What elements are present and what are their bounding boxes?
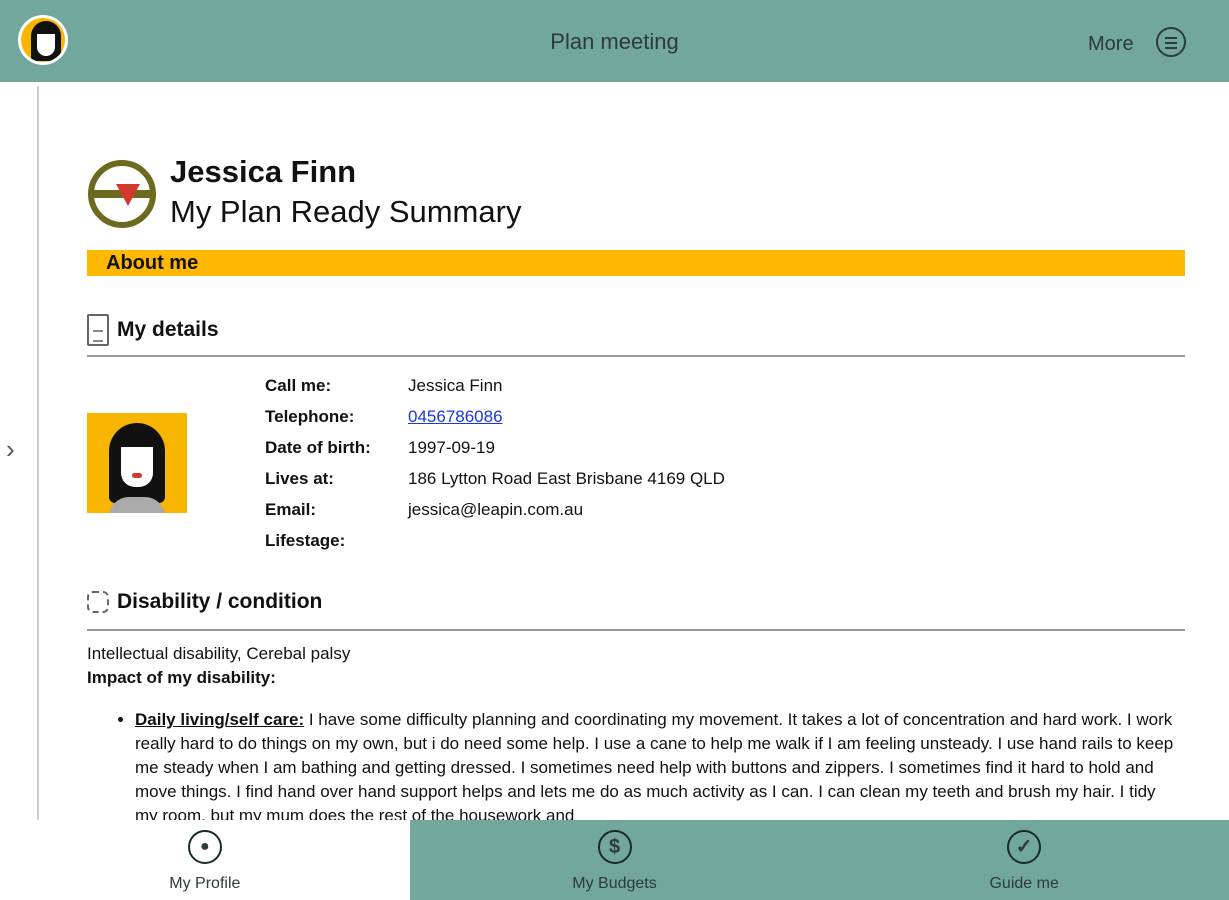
organization-logo (88, 160, 156, 228)
profile-subtitle: My Plan Ready Summary (170, 194, 522, 229)
tab-my-profile[interactable]: ● My Profile (0, 820, 410, 900)
dollar-icon: $ (597, 830, 632, 864)
tab-label: Guide me (989, 875, 1059, 892)
page-title: Plan meeting (550, 29, 679, 54)
detail-label: Email: (265, 500, 317, 519)
impact-label: Impact of my disability: (87, 668, 276, 687)
my-details-heading: My details (87, 314, 219, 346)
detail-row: Telephone: 0456786086 (265, 407, 725, 438)
bottom-nav: ● My Profile $ My Budgets ✓ Guide me (0, 820, 1229, 900)
impact-list: Daily living/self care: I have some diff… (135, 708, 1175, 820)
detail-row: Lifestage: (265, 531, 725, 562)
detail-row: Date of birth: 1997-09-19 (265, 438, 725, 469)
tab-guide-me[interactable]: ✓ Guide me (819, 820, 1229, 900)
puzzle-icon (87, 591, 109, 613)
detail-value: Jessica Finn (408, 376, 503, 395)
checklist-icon: ✓ (1007, 830, 1042, 864)
detail-label: Call me: (265, 376, 332, 395)
my-details-title: My details (117, 318, 219, 341)
detail-value: 186 Lytton Road East Brisbane 4169 QLD (408, 469, 725, 488)
telephone-link[interactable]: 0456786086 (408, 407, 503, 438)
profile-photo (87, 413, 187, 513)
more-label[interactable]: More (1088, 33, 1134, 56)
disability-heading: Disability / condition (87, 590, 322, 614)
tab-my-budgets[interactable]: $ My Budgets (409, 820, 820, 900)
profile-name: Jessica Finn (170, 154, 357, 189)
detail-row: Email: jessica@leapin.com.au (265, 500, 725, 531)
disability-title: Disability / condition (117, 590, 323, 613)
top-bar: Plan meeting More (0, 0, 1229, 82)
detail-value: jessica@leapin.com.au (408, 500, 584, 519)
impact-item-title: Daily living/self care: (135, 710, 305, 729)
detail-row: Lives at: 186 Lytton Road East Brisbane 4… (265, 469, 725, 500)
person-icon: ● (187, 830, 222, 864)
details-list: Call me: Jessica Finn Telephone: 045678608… (265, 376, 725, 562)
detail-label: Date of birth: (265, 438, 371, 457)
divider (87, 355, 1185, 357)
conditions-text: Intellectual disability, Cerebal palsy (87, 644, 351, 663)
tab-label: My Profile (169, 875, 241, 892)
id-card-icon (87, 314, 109, 346)
detail-value: 1997-09-19 (408, 438, 495, 457)
divider (87, 629, 1185, 631)
detail-label: Lives at: (265, 469, 334, 488)
about-me-banner: About me (87, 250, 1185, 276)
detail-label: Lifestage: (265, 531, 346, 550)
detail-row: Call me: Jessica Finn (265, 376, 725, 407)
list-item: Daily living/self care: I have some diff… (135, 708, 1175, 820)
summary-content: Jessica Finn My Plan Ready Summary About… (0, 82, 1229, 820)
tab-label: My Budgets (572, 875, 657, 892)
menu-icon[interactable] (1156, 27, 1186, 57)
detail-label: Telephone: (265, 407, 355, 426)
